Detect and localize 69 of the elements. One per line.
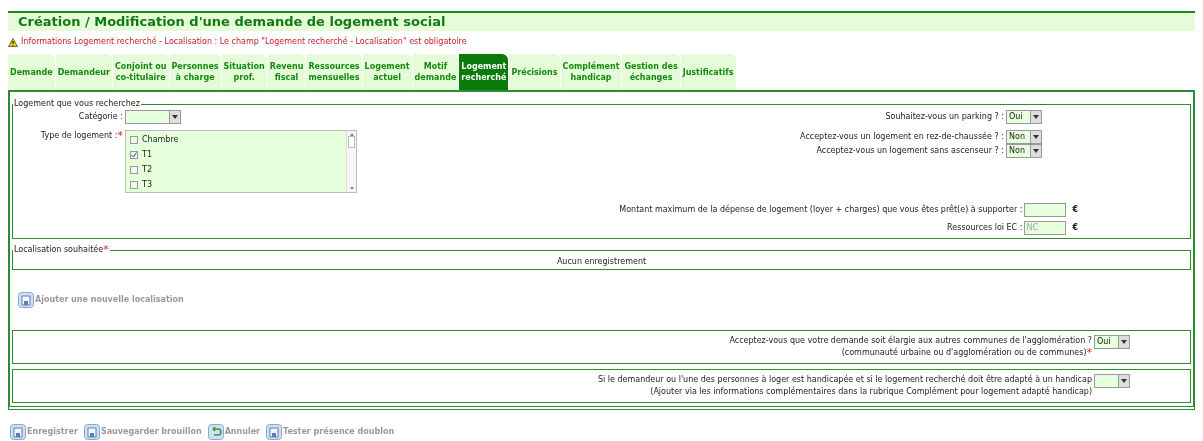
section-legend: Logement que vous recherchez — [13, 98, 141, 110]
field-label: Catégorie : — [77, 111, 124, 123]
currency-label: € — [1072, 204, 1078, 216]
yes-no-select[interactable]: Non — [1006, 144, 1042, 158]
tab[interactable]: Logement recherché — [459, 54, 509, 90]
tab[interactable]: Motif demande — [412, 54, 459, 90]
undo-icon — [207, 424, 224, 440]
tab[interactable]: Précisions — [509, 54, 560, 90]
field-label: Type de logement : — [40, 130, 118, 142]
option-label: T2 — [142, 163, 152, 176]
section-legend: Localisation souhaitée — [14, 244, 104, 256]
tab[interactable]: Revenu fiscal — [267, 54, 306, 90]
scrollbar[interactable] — [346, 131, 356, 192]
resources-field: NC — [1024, 221, 1067, 235]
yes-no-select[interactable]: Non — [1006, 130, 1042, 144]
caret-icon — [172, 115, 178, 119]
field-label: Ressources loi EC : — [947, 222, 1023, 234]
question-label: Acceptez-vous que votre demande soit élargie aux autres communes de l'agglomération ? — [729, 335, 1092, 347]
action-button[interactable]: Sauvegarder brouillon — [83, 424, 202, 440]
tab[interactable]: Complément handicap — [560, 54, 622, 90]
question-label: Souhaitez-vous un parking ? : — [885, 111, 1004, 123]
question-note: (Ajouter via les informations complémentaires dans la rubrique Complément pour logement adapté handicap) — [650, 386, 1092, 398]
question-label: Si le demandeur ou l'une des personnes à loger est handicapée et si le logement recherché doit être adapté à un handicap — [597, 374, 1092, 386]
caret-icon — [1121, 379, 1127, 383]
tab[interactable]: Demandeur — [55, 54, 112, 90]
tab[interactable]: Logement actuel — [362, 54, 412, 90]
caret-icon — [1033, 149, 1039, 153]
caret-icon — [1033, 115, 1039, 119]
tab[interactable]: Conjoint ou co-titulaire — [112, 54, 169, 90]
page-title: Création / Modification d'une demande de logement social — [8, 11, 1195, 31]
question-note: (communauté urbaine ou d'agglomération ou de communes) — [841, 347, 1087, 359]
tab[interactable]: Gestion des échanges — [622, 54, 680, 90]
action-button[interactable]: Enregistrer — [10, 424, 78, 440]
question-label: Acceptez-vous un logement en rez-de-chaussée ? : — [800, 131, 1004, 143]
housing-type-list[interactable]: Chambre T1 T2 T3 — [125, 130, 357, 193]
tab[interactable]: Situation prof. — [221, 54, 267, 90]
scroll-thumb[interactable] — [348, 136, 355, 148]
action-button[interactable]: Annuler — [207, 424, 261, 440]
checkbox[interactable] — [130, 150, 138, 159]
tab[interactable]: Justificatifs — [680, 54, 736, 90]
field-label: Montant maximum de la dépense de logement (loyer + charges) que vous êtes prêt(e) à supporter : — [619, 204, 1023, 216]
warning-icon — [8, 37, 18, 47]
checkbox[interactable] — [130, 135, 138, 144]
checkbox[interactable] — [130, 165, 138, 174]
option-label: T3 — [142, 178, 152, 191]
scroll-down-icon[interactable] — [349, 187, 354, 190]
yes-no-select[interactable]: Oui — [1094, 335, 1130, 349]
disk-icon — [18, 292, 34, 308]
tab[interactable]: Demande — [8, 54, 55, 90]
action-button[interactable]: Tester présence doublon — [266, 424, 395, 440]
handicap-select[interactable] — [1094, 374, 1130, 388]
amount-field[interactable] — [1024, 203, 1067, 217]
empty-message: Aucun enregistrement — [556, 257, 647, 266]
question-label: Acceptez-vous un logement sans ascenseur ? : — [816, 145, 1004, 157]
currency-label: € — [1072, 222, 1078, 234]
required-mark: * — [117, 130, 123, 142]
category-select[interactable] — [125, 110, 181, 124]
tab[interactable]: Personnes à charge — [169, 54, 221, 90]
required-mark: * — [1086, 347, 1092, 359]
checkbox[interactable] — [130, 180, 138, 189]
option-label: T1 — [142, 148, 152, 161]
caret-icon — [1033, 135, 1039, 139]
caret-icon — [1121, 340, 1127, 344]
option-label: Chambre — [142, 133, 179, 146]
required-mark: * — [103, 244, 109, 256]
tab[interactable]: Ressources mensuelles — [306, 54, 362, 90]
yes-no-select[interactable]: Oui — [1006, 110, 1042, 124]
add-location-button[interactable]: Ajouter une nouvelle localisation — [18, 292, 184, 308]
warning-message: Informations Logement recherché - Localisation : Le champ "Logement recherché - Localisation" est obligatoire — [21, 36, 467, 48]
